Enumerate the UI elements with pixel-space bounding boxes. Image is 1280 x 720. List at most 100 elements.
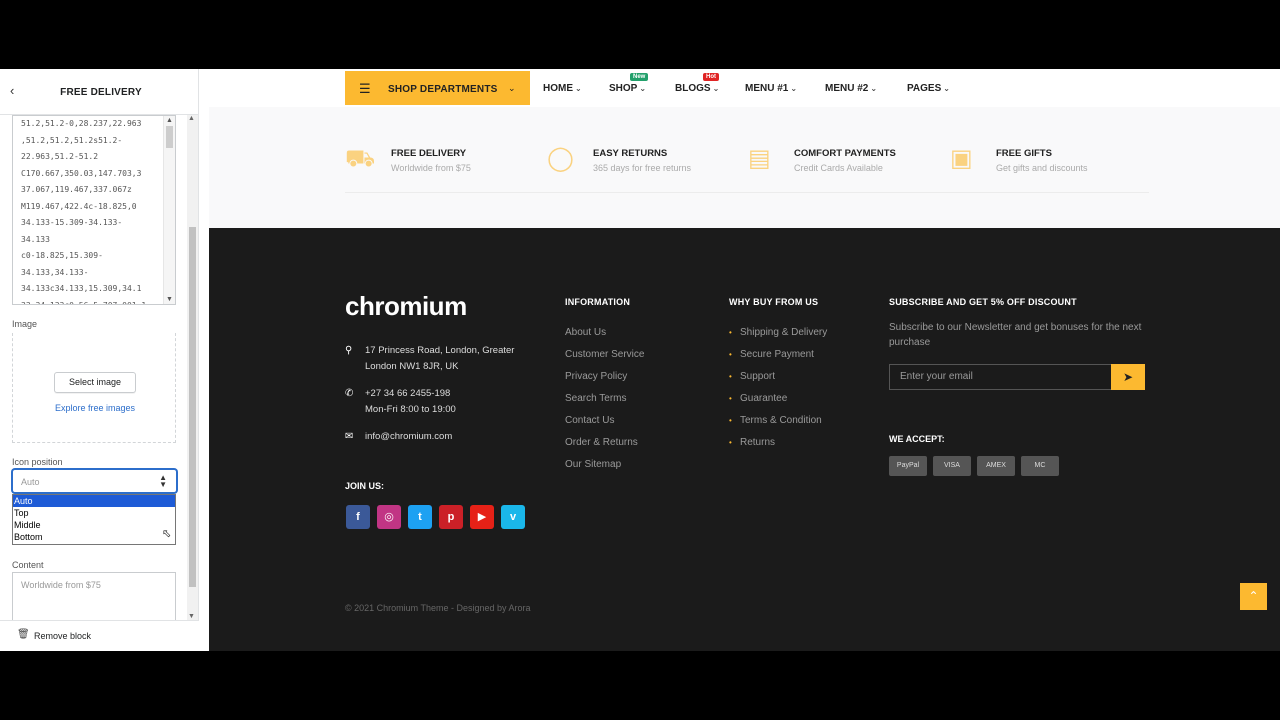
chevron-down-icon: ⌄ bbox=[639, 84, 647, 93]
nav-blogs[interactable]: BLOGS ⌄ bbox=[675, 83, 719, 94]
footer-link[interactable]: Guarantee bbox=[740, 393, 787, 404]
send-icon[interactable]: ➤ bbox=[1111, 364, 1145, 390]
footer-link[interactable]: Order & Returns bbox=[565, 437, 638, 448]
code-scroll-thumb[interactable] bbox=[166, 126, 173, 148]
youtube-icon[interactable]: ▶ bbox=[470, 505, 494, 529]
icon-position-label: Icon position bbox=[12, 457, 63, 467]
footer-link[interactable]: About Us bbox=[565, 327, 606, 338]
code-line: 22.963,51.2-51.2 bbox=[21, 152, 99, 161]
sidebar-scroll-area: 51.2,51.2-0,28.237,22.963 ,51.2,51.2,51.2… bbox=[0, 115, 188, 620]
mouse-cursor-icon: ⬁ bbox=[162, 528, 172, 540]
option-top[interactable]: Top bbox=[13, 507, 175, 519]
mastercard-icon: MC bbox=[1021, 456, 1059, 476]
footer-link[interactable]: Support bbox=[740, 371, 775, 382]
nav-menu-1[interactable]: MENU #1 ⌄ bbox=[745, 83, 797, 94]
feature-title: FREE DELIVERY bbox=[391, 148, 467, 159]
vimeo-icon[interactable]: v bbox=[501, 505, 525, 529]
sidebar-scrollbar[interactable]: ▲ ▼ bbox=[187, 115, 198, 620]
nav-shop[interactable]: SHOP ⌄ bbox=[609, 83, 646, 94]
footer-link[interactable]: Search Terms bbox=[565, 393, 627, 404]
feature-subtitle: Get gifts and discounts bbox=[996, 163, 1088, 173]
twitter-icon[interactable]: t bbox=[408, 505, 432, 529]
content-textarea[interactable]: Worldwide from $75 bbox=[12, 572, 176, 620]
chevron-down-icon: ⌄ bbox=[870, 84, 878, 93]
footer-link[interactable]: Customer Service bbox=[565, 349, 644, 360]
hamburger-icon: ☰ bbox=[359, 81, 371, 96]
nav-shop-label: SHOP bbox=[609, 83, 638, 94]
sidebar-scroll-thumb[interactable] bbox=[189, 227, 196, 587]
app-frame: ‹ FREE DELIVERY 51.2,51.2-0,28.237,22.96… bbox=[0, 69, 1280, 651]
scroll-down-icon[interactable]: ▼ bbox=[188, 613, 195, 620]
mail-icon: ✉ bbox=[345, 431, 354, 442]
newsletter-email-input[interactable]: Enter your email bbox=[889, 364, 1111, 390]
footer-link[interactable]: Contact Us bbox=[565, 415, 614, 426]
truck-icon: ⛟ bbox=[345, 145, 376, 172]
option-bottom[interactable]: Bottom bbox=[13, 531, 175, 543]
footer-link[interactable]: Shipping & Delivery bbox=[740, 327, 827, 338]
phone-icon: ✆ bbox=[345, 388, 354, 399]
footer-link[interactable]: Secure Payment bbox=[740, 349, 814, 360]
bullet-icon: • bbox=[729, 328, 732, 337]
image-picker: Select image Explore free images bbox=[12, 333, 176, 443]
nav-blogs-label: BLOGS bbox=[675, 83, 711, 94]
code-line: 34.133c34.133,15.309,34.1 bbox=[21, 284, 142, 293]
footer-link[interactable]: Terms & Condition bbox=[740, 415, 822, 426]
subscribe-heading: SUBSCRIBE AND GET 5% OFF DISCOUNT bbox=[889, 297, 1077, 307]
nav-pages[interactable]: PAGES ⌄ bbox=[907, 83, 950, 94]
hours-text: Mon-Fri 8:00 to 19:00 bbox=[365, 404, 456, 415]
scroll-down-icon[interactable]: ▼ bbox=[166, 296, 173, 303]
code-line: c0-18.825,15.309- bbox=[21, 251, 103, 260]
code-line: 51.2,51.2-0,28.237,22.963 bbox=[21, 119, 142, 128]
chevron-left-icon[interactable]: ‹ bbox=[10, 83, 14, 98]
icon-position-select[interactable]: Auto ▲ ▼ bbox=[12, 469, 177, 493]
icon-position-value: Auto bbox=[21, 477, 40, 487]
feature-subtitle: Worldwide from $75 bbox=[391, 163, 471, 173]
option-auto[interactable]: Auto bbox=[13, 495, 175, 507]
phone-text: +27 34 66 2455-198 bbox=[365, 388, 451, 399]
map-pin-icon: ⚲ bbox=[345, 345, 353, 356]
main-nav: ☰ SHOP DEPARTMENTS ⌄ HOME ⌄ SHOP ⌄ New BLO… bbox=[209, 69, 1280, 107]
trash-icon[interactable]: 🗑 bbox=[17, 629, 30, 640]
copyright-text: © 2021 Chromium Theme - Designed by Aror… bbox=[345, 603, 531, 613]
feature-subtitle: 365 days for free returns bbox=[593, 163, 692, 173]
facebook-icon[interactable]: f bbox=[346, 505, 370, 529]
scroll-up-icon[interactable]: ▲ bbox=[166, 117, 173, 124]
remove-block-button[interactable]: Remove block bbox=[34, 631, 91, 641]
footer-logo[interactable]: chromium bbox=[345, 291, 467, 322]
address-text: 17 Princess Road, London, Greater London… bbox=[365, 345, 515, 372]
explore-images-link[interactable]: Explore free images bbox=[13, 403, 177, 413]
nav-menu-2[interactable]: MENU #2 ⌄ bbox=[825, 83, 877, 94]
scroll-up-icon[interactable]: ▲ bbox=[188, 115, 195, 122]
code-scrollbar[interactable]: ▲ ▼ bbox=[163, 116, 175, 304]
footer-link[interactable]: Privacy Policy bbox=[565, 371, 627, 382]
chevron-down-icon: ⌄ bbox=[790, 84, 798, 93]
footer-link[interactable]: Returns bbox=[740, 437, 775, 448]
information-heading: INFORMATION bbox=[565, 297, 631, 307]
theme-preview: ☰ SHOP DEPARTMENTS ⌄ HOME ⌄ SHOP ⌄ New BLO… bbox=[209, 69, 1280, 651]
select-image-button[interactable]: Select image bbox=[54, 372, 136, 393]
hot-badge: Hot bbox=[703, 73, 719, 81]
sidebar-title: FREE DELIVERY bbox=[60, 87, 142, 98]
email-text[interactable]: info@chromium.com bbox=[365, 429, 540, 445]
gift-icon: ▣ bbox=[950, 145, 973, 172]
amex-icon: AMEX bbox=[977, 456, 1015, 476]
svg-code-textarea[interactable]: 51.2,51.2-0,28.237,22.963 ,51.2,51.2,51.2… bbox=[12, 115, 176, 305]
footer-link[interactable]: Our Sitemap bbox=[565, 459, 621, 470]
nav-home[interactable]: HOME ⌄ bbox=[543, 83, 582, 94]
we-accept-label: WE ACCEPT: bbox=[889, 434, 945, 444]
feature-title: FREE GIFTS bbox=[996, 148, 1052, 159]
bullet-icon: • bbox=[729, 372, 732, 381]
shop-departments-button[interactable]: ☰ SHOP DEPARTMENTS ⌄ bbox=[345, 71, 530, 105]
option-middle[interactable]: Middle bbox=[13, 519, 175, 531]
join-us-label: JOIN US: bbox=[345, 481, 385, 491]
divider bbox=[345, 192, 1149, 193]
shop-departments-label: SHOP DEPARTMENTS bbox=[388, 84, 498, 95]
pinterest-icon[interactable]: p bbox=[439, 505, 463, 529]
chevron-down-icon: ⌄ bbox=[712, 84, 720, 93]
icon-position-dropdown[interactable]: Auto Top Middle Bottom bbox=[12, 494, 176, 545]
instagram-icon[interactable]: ◎ bbox=[377, 505, 401, 529]
subscribe-text: Subscribe to our Newsletter and get bonu… bbox=[889, 322, 1142, 348]
editor-sidebar: ‹ FREE DELIVERY 51.2,51.2-0,28.237,22.96… bbox=[0, 69, 199, 651]
code-line: C170.667,350.03,147.703,3 bbox=[21, 168, 142, 178]
chevron-up-icon[interactable]: ⌃ bbox=[1240, 583, 1267, 610]
